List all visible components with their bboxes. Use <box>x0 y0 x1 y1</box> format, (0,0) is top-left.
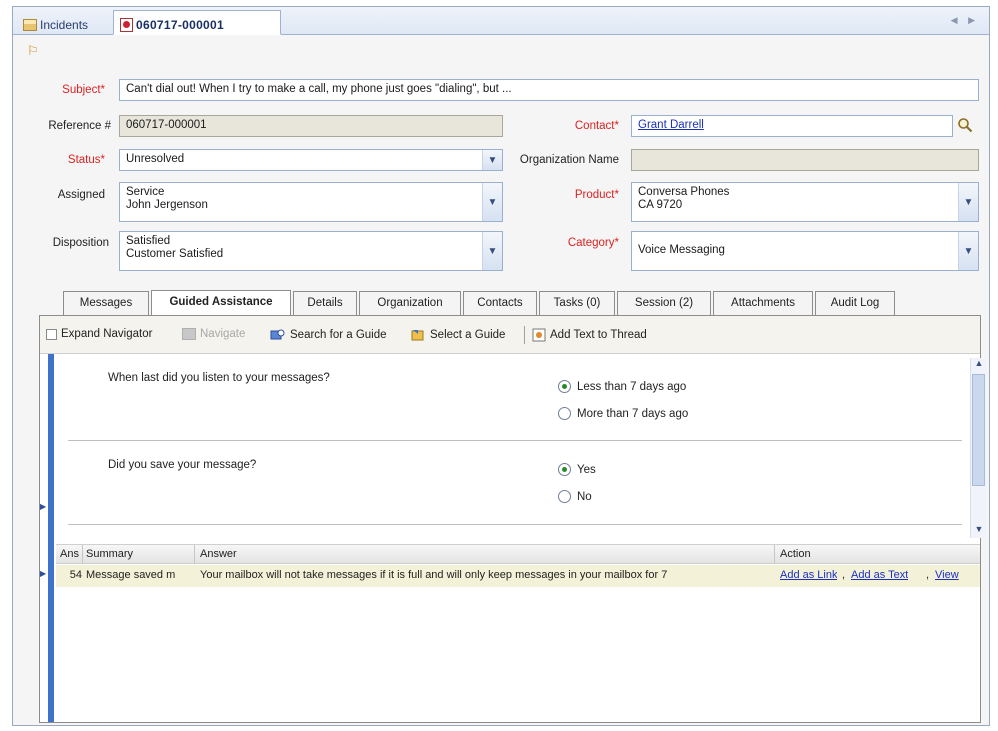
flag-icon[interactable]: ⚐ <box>27 43 39 59</box>
view-link[interactable]: View <box>935 569 959 581</box>
tab-attachments[interactable]: Attachments <box>713 291 813 315</box>
add-as-text-link[interactable]: Add as Text <box>851 569 908 581</box>
incident-record-icon <box>120 17 133 32</box>
category-select[interactable]: Voice Messaging ▼ <box>631 231 979 271</box>
action-separator: , <box>842 569 846 581</box>
add-text-icon <box>532 328 546 342</box>
chevron-down-icon[interactable]: ▼ <box>482 183 502 221</box>
radio-selected-icon[interactable] <box>558 380 571 393</box>
select-guide-icon <box>411 330 424 341</box>
current-row-icon: ▶ <box>40 569 47 578</box>
column-divider <box>82 545 83 564</box>
navigator-splitter[interactable] <box>48 354 54 722</box>
toolbar-separator <box>524 326 525 344</box>
col-ans[interactable]: Ans <box>60 548 79 560</box>
expand-navigator-checkbox[interactable]: Expand Navigator <box>46 328 152 340</box>
radio-icon[interactable] <box>558 407 571 420</box>
q2-option-yes[interactable]: Yes <box>558 463 596 476</box>
table-row[interactable]: 54 Message saved m Your mailbox will not… <box>56 565 980 587</box>
radio-icon[interactable] <box>558 490 571 503</box>
add-as-link-link[interactable]: Add as Link <box>780 569 837 581</box>
row-summary: Message saved m <box>86 569 176 581</box>
row-answer: Your mailbox will not take messages if i… <box>200 569 668 581</box>
answers-grid-header: Ans Summary Answer Action <box>56 544 980 564</box>
guide-scrollbar[interactable]: ▲ ▼ <box>970 358 986 538</box>
status-label: Status* <box>67 154 105 166</box>
scroll-thumb[interactable] <box>972 374 985 486</box>
disposition-label: Disposition <box>52 237 109 249</box>
tab-audit-log[interactable]: Audit Log <box>815 291 895 315</box>
reference-field: 060717-000001 <box>119 115 503 137</box>
col-answer[interactable]: Answer <box>200 548 237 560</box>
chevron-down-icon[interactable]: ▼ <box>482 150 502 170</box>
product-select[interactable]: Conversa Phones CA 9720 ▼ <box>631 182 979 222</box>
chevron-down-icon[interactable]: ▼ <box>958 232 978 270</box>
subject-field[interactable]: Can't dial out! When I try to make a cal… <box>119 79 979 101</box>
incident-window: Incidents 060717-000001 ◀ ▶ ⚐ Subject* C… <box>12 6 990 726</box>
row-ans: 54 <box>69 569 82 581</box>
category-label: Category* <box>567 237 619 249</box>
question-2-text: Did you save your message? <box>108 459 257 471</box>
chevron-down-icon[interactable]: ▼ <box>482 232 502 270</box>
scroll-up-icon[interactable]: ▲ <box>971 358 987 372</box>
subject-label: Subject* <box>62 84 105 96</box>
col-summary[interactable]: Summary <box>86 548 133 560</box>
tab-incidents[interactable]: Incidents <box>17 10 109 35</box>
q2-option-no[interactable]: No <box>558 490 592 503</box>
organization-name-field <box>631 149 979 171</box>
assigned-select[interactable]: Service John Jergenson ▼ <box>119 182 503 222</box>
q1-option-less-than-7-days[interactable]: Less than 7 days ago <box>558 380 686 393</box>
col-action[interactable]: Action <box>780 548 811 560</box>
assigned-label: Assigned <box>57 189 105 201</box>
tab-session[interactable]: Session (2) <box>617 291 711 315</box>
tab-incident-record-label: 060717-000001 <box>136 17 224 32</box>
tab-incidents-label: Incidents <box>40 17 89 32</box>
tab-details[interactable]: Details <box>293 291 357 315</box>
tab-guided-assistance[interactable]: Guided Assistance <box>151 290 291 316</box>
tab-contacts[interactable]: Contacts <box>463 291 537 315</box>
select-guide-button[interactable]: Select a Guide <box>410 328 505 342</box>
tab-scroll-arrows[interactable]: ◀ ▶ <box>951 15 979 26</box>
tab-incident-record[interactable]: 060717-000001 <box>113 10 281 35</box>
contact-label: Contact* <box>574 120 619 132</box>
question-1-text: When last did you listen to your message… <box>108 372 330 384</box>
search-icon[interactable] <box>957 117 973 133</box>
guide-toolbar: Expand Navigator Navigate Search for a G… <box>40 316 980 354</box>
expand-arrow-icon[interactable]: ▶ <box>40 502 46 511</box>
chevron-down-icon[interactable]: ▼ <box>958 183 978 221</box>
navigate-button[interactable]: Navigate <box>182 328 245 340</box>
disposition-select[interactable]: Satisfied Customer Satisfied ▼ <box>119 231 503 271</box>
tab-messages[interactable]: Messages <box>63 291 149 315</box>
contact-field[interactable]: Grant Darrell <box>631 115 953 137</box>
status-select[interactable]: Unresolved ▼ <box>119 149 503 171</box>
reference-label: Reference # <box>48 120 111 132</box>
question-divider <box>68 440 962 441</box>
product-label: Product* <box>574 189 619 201</box>
column-divider <box>774 545 775 564</box>
question-divider <box>68 524 962 525</box>
guided-assistance-panel: Expand Navigator Navigate Search for a G… <box>39 315 986 723</box>
scroll-down-icon[interactable]: ▼ <box>971 524 987 538</box>
add-text-to-thread-button[interactable]: Add Text to Thread <box>532 328 647 342</box>
document-tab-strip: Incidents 060717-000001 ◀ ▶ <box>13 7 989 35</box>
q1-option-more-than-7-days[interactable]: More than 7 days ago <box>558 407 688 420</box>
tab-tasks[interactable]: Tasks (0) <box>539 291 615 315</box>
navigate-icon <box>182 328 196 340</box>
organization-name-label: Organization Name <box>519 154 619 166</box>
action-separator: , <box>926 569 930 581</box>
search-guide-icon <box>270 329 285 340</box>
search-guide-button[interactable]: Search for a Guide <box>270 328 387 342</box>
incidents-icon <box>23 18 37 31</box>
column-divider <box>194 545 195 564</box>
checkbox-icon[interactable] <box>46 328 57 340</box>
radio-selected-icon[interactable] <box>558 463 571 476</box>
tab-organization[interactable]: Organization <box>359 291 461 315</box>
